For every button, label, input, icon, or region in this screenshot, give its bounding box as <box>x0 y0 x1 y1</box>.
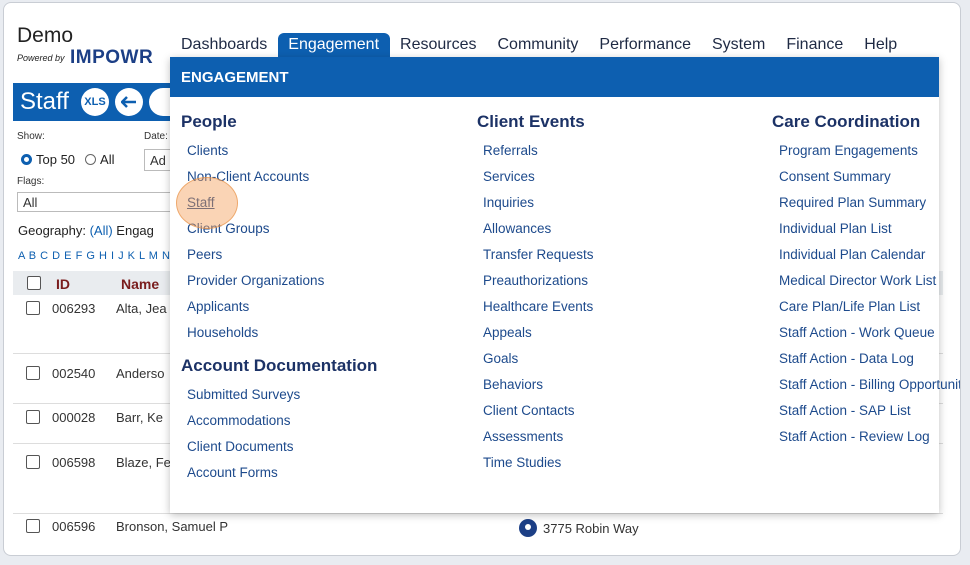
nav-dashboards[interactable]: Dashboards <box>171 33 278 57</box>
main-nav: Dashboards Engagement Resources Communit… <box>171 33 908 57</box>
more-actions-icon[interactable] <box>149 88 171 116</box>
menu-transfer-requests[interactable]: Transfer Requests <box>483 247 594 262</box>
row-checkbox[interactable] <box>26 301 40 315</box>
menu-staff-action-work-queue[interactable]: Staff Action - Work Queue <box>779 325 935 340</box>
show-label: Show: <box>17 131 45 142</box>
flags-select[interactable]: All <box>17 192 172 212</box>
menu-households[interactable]: Households <box>187 325 258 340</box>
select-all-checkbox[interactable] <box>27 276 41 290</box>
mega-menu-title: ENGAGEMENT <box>181 69 289 86</box>
care-coordination-heading: Care Coordination <box>772 112 921 131</box>
menu-individual-plan-list[interactable]: Individual Plan List <box>779 221 892 236</box>
row-id: 000028 <box>52 410 96 425</box>
geography-filter: Geography: (All) Engag <box>18 223 154 238</box>
top50-label: Top 50 <box>36 152 76 167</box>
menu-program-engagements[interactable]: Program Engagements <box>779 143 918 158</box>
menu-provider-organizations[interactable]: Provider Organizations <box>187 273 324 288</box>
row-name[interactable]: Bronson, Samuel P <box>116 519 228 534</box>
account-documentation-heading: Account Documentation <box>181 356 378 375</box>
flags-label: Flags: <box>17 176 45 187</box>
geography-label: Geography: <box>18 223 86 238</box>
all-label: All <box>100 152 115 167</box>
row-name[interactable]: Anderso <box>116 366 164 381</box>
row-id: 002540 <box>52 366 96 381</box>
nav-finance[interactable]: Finance <box>776 33 854 57</box>
menu-services[interactable]: Services <box>483 169 535 184</box>
geography-link[interactable]: (All) <box>90 223 113 238</box>
alphabet-filter[interactable]: A B C D E F G H I J K L M N O <box>18 250 183 262</box>
menu-applicants[interactable]: Applicants <box>187 299 249 314</box>
row-checkbox[interactable] <box>26 519 40 533</box>
nav-community[interactable]: Community <box>488 33 590 57</box>
menu-staff-action-data-log[interactable]: Staff Action - Data Log <box>779 351 914 366</box>
menu-medical-director-work-list[interactable]: Medical Director Work List <box>779 273 936 288</box>
menu-required-plan-summary[interactable]: Required Plan Summary <box>779 195 926 210</box>
nav-resources[interactable]: Resources <box>390 33 487 57</box>
menu-staff-action-review-log[interactable]: Staff Action - Review Log <box>779 429 930 444</box>
logo-powered: Powered by <box>17 53 65 63</box>
top50-radio[interactable] <box>21 154 32 165</box>
address-text: 3775 Robin Way <box>543 520 639 536</box>
nav-help[interactable]: Help <box>854 33 908 57</box>
menu-submitted-surveys[interactable]: Submitted Surveys <box>187 387 300 402</box>
menu-client-contacts[interactable]: Client Contacts <box>483 403 575 418</box>
click-highlight <box>176 177 238 229</box>
engagement-mega-menu: ENGAGEMENT People Clients Non-Client Acc… <box>170 57 960 513</box>
row-name[interactable]: Blaze, Fe <box>116 455 171 470</box>
row-checkbox[interactable] <box>26 366 40 380</box>
menu-individual-plan-calendar[interactable]: Individual Plan Calendar <box>779 247 925 262</box>
row-checkbox[interactable] <box>26 410 40 424</box>
row-id: 006596 <box>52 519 96 534</box>
show-radio-group: Top 50 All <box>21 152 115 167</box>
column-name[interactable]: Name <box>121 276 159 292</box>
menu-preauthorizations[interactable]: Preauthorizations <box>483 273 588 288</box>
menu-inquiries[interactable]: Inquiries <box>483 195 534 210</box>
row-divider <box>13 513 943 514</box>
page-title: Staff <box>20 88 69 115</box>
menu-time-studies[interactable]: Time Studies <box>483 455 561 470</box>
menu-goals[interactable]: Goals <box>483 351 518 366</box>
menu-referrals[interactable]: Referrals <box>483 143 538 158</box>
app-window: Demo Powered by IMPOWR Dashboards Engage… <box>3 2 961 556</box>
people-heading: People <box>181 112 237 131</box>
menu-peers[interactable]: Peers <box>187 247 222 262</box>
all-radio[interactable] <box>85 154 97 165</box>
client-events-heading: Client Events <box>477 112 585 131</box>
column-id[interactable]: ID <box>56 276 70 292</box>
menu-healthcare-events[interactable]: Healthcare Events <box>483 299 593 314</box>
row-checkbox[interactable] <box>26 455 40 469</box>
address-cell: 3775 Robin Way <box>519 519 639 537</box>
row-name[interactable]: Alta, Jea <box>116 301 167 316</box>
row-name[interactable]: Barr, Ke <box>116 410 163 425</box>
menu-allowances[interactable]: Allowances <box>483 221 551 236</box>
nav-performance[interactable]: Performance <box>589 33 702 57</box>
menu-care-plan-life-plan-list[interactable]: Care Plan/Life Plan List <box>779 299 920 314</box>
menu-assessments[interactable]: Assessments <box>483 429 563 444</box>
logo-demo: Demo <box>17 24 74 47</box>
row-id: 006293 <box>52 301 96 316</box>
row-id: 006598 <box>52 455 96 470</box>
nav-system[interactable]: System <box>702 33 776 57</box>
menu-staff-action-billing-opportunities[interactable]: Staff Action - Billing Opportunities <box>779 377 960 392</box>
menu-accommodations[interactable]: Accommodations <box>187 413 291 428</box>
staff-header-bar: Staff XLS <box>13 83 173 121</box>
menu-consent-summary[interactable]: Consent Summary <box>779 169 891 184</box>
menu-staff-action-sap-list[interactable]: Staff Action - SAP List <box>779 403 911 418</box>
menu-appeals[interactable]: Appeals <box>483 325 532 340</box>
map-pin-icon[interactable] <box>519 519 537 537</box>
menu-account-forms[interactable]: Account Forms <box>187 465 278 480</box>
menu-clients[interactable]: Clients <box>187 143 228 158</box>
mega-menu-header: ENGAGEMENT <box>170 57 939 97</box>
xls-export-button[interactable]: XLS <box>81 88 109 116</box>
engagement-label: Engag <box>116 223 154 238</box>
back-arrow-icon[interactable] <box>115 88 143 116</box>
logo-brand: IMPOWR <box>70 47 154 68</box>
menu-behaviors[interactable]: Behaviors <box>483 377 543 392</box>
date-label: Date: <box>144 131 168 142</box>
menu-client-documents[interactable]: Client Documents <box>187 439 294 454</box>
nav-engagement[interactable]: Engagement <box>278 33 391 57</box>
